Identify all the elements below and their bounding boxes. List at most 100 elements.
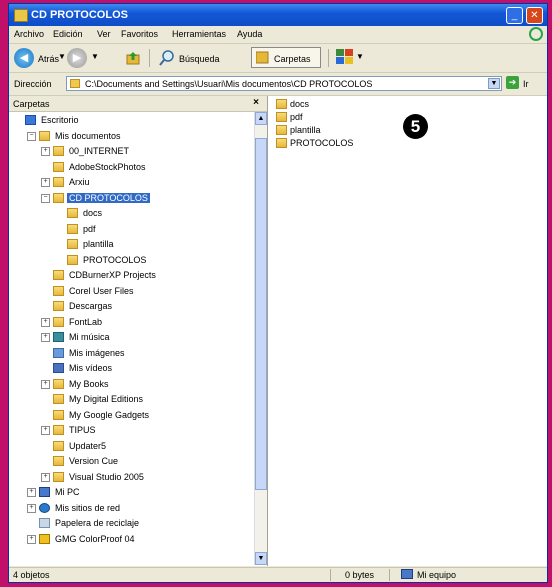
folder-icon (53, 301, 64, 311)
close-button[interactable]: ✕ (526, 7, 543, 24)
scroll-thumb[interactable] (255, 138, 267, 490)
folder-icon (67, 254, 78, 265)
folder-icon (53, 316, 64, 327)
gmg-folder-icon (39, 533, 50, 544)
up-folder-icon[interactable] (126, 51, 140, 65)
folder-icon (53, 394, 64, 404)
tree-item-label: Arxiu (69, 177, 90, 187)
status-bar: 4 objetos 0 bytes Mi equipo (9, 567, 547, 582)
back-arrow-icon[interactable]: ◀ (14, 48, 34, 68)
expand-icon[interactable]: + (41, 147, 50, 156)
address-input[interactable]: C:\Documents and Settings\Usuari\Mis doc… (66, 76, 502, 91)
tree-item-label: FontLab (69, 316, 103, 327)
views-icon[interactable] (336, 49, 354, 65)
folders-icon (255, 51, 269, 64)
toolbar-separator (149, 49, 150, 67)
folder-icon (67, 223, 78, 234)
folder-icon (276, 125, 287, 135)
folder-icon (276, 112, 287, 122)
folders-pane-header: Carpetas × (9, 96, 267, 112)
folders-button[interactable]: Carpetas (251, 47, 321, 68)
tree-item-label: My Google Gadgets (69, 409, 150, 420)
tree-item-label: PROTOCOLOS (83, 254, 147, 265)
status-divider (330, 569, 331, 581)
tree-item-label: Papelera de reciclaje (55, 518, 140, 528)
folder-icon (53, 161, 64, 172)
go-arrow-icon[interactable]: ➔ (506, 76, 519, 89)
search-icon[interactable] (159, 50, 175, 66)
tree-item-label: TIPUS (69, 425, 96, 435)
file-list-pane: docs pdf plantilla PROTOCOLOS (268, 96, 547, 566)
expand-icon[interactable]: + (27, 503, 36, 513)
folder-icon (67, 239, 78, 249)
search-button[interactable]: Búsqueda (179, 54, 220, 64)
folder-icon (53, 456, 64, 466)
tree-item-label: Descargas (69, 301, 113, 311)
expand-icon[interactable]: + (27, 534, 36, 544)
folder-icon (276, 99, 287, 109)
status-object-count: 4 objetos (13, 570, 50, 580)
expand-icon[interactable]: + (41, 426, 50, 435)
folder-icon (53, 146, 64, 156)
close-pane-icon[interactable]: × (253, 97, 259, 108)
expand-icon[interactable]: + (41, 472, 50, 482)
forward-dropdown-icon[interactable]: ▼ (91, 52, 99, 61)
my-computer-icon (401, 569, 413, 579)
folder-icon (67, 208, 78, 218)
tree-item-label: docs (83, 208, 103, 218)
scroll-down-icon[interactable]: ▼ (255, 552, 267, 565)
tree-item-label: plantilla (83, 239, 114, 249)
minimize-button[interactable]: _ (506, 7, 523, 24)
tree-item-label: Mi música (69, 332, 110, 342)
menu-favoritos[interactable]: Favoritos (121, 29, 158, 39)
toolbar-separator (328, 49, 329, 67)
collapse-icon[interactable]: − (41, 193, 50, 203)
step-number-badge: 5 (403, 114, 428, 139)
back-button[interactable]: Atrás (38, 54, 59, 64)
address-bar: Dirección C:\Documents and Settings\Usua… (9, 73, 547, 96)
expand-icon[interactable]: + (41, 379, 50, 389)
window-title: CD PROTOCOLOS (31, 9, 128, 21)
file-name: plantilla (290, 125, 321, 135)
expand-icon[interactable]: + (41, 317, 50, 327)
folder-icon (53, 192, 64, 203)
tree-item-label: Updater5 (69, 440, 107, 451)
expand-icon[interactable]: + (41, 178, 50, 187)
status-size: 0 bytes (345, 570, 375, 580)
collapse-icon[interactable]: − (27, 131, 36, 141)
status-divider (389, 569, 390, 581)
toolbar: ◀ Atrás ▼ ▶ ▼ Búsqueda Carpetas ▼ (9, 44, 547, 73)
folder-tree-scrollbar[interactable]: ▲ ▼ (254, 112, 267, 565)
desktop-icon (25, 115, 36, 125)
title-bar[interactable]: CD PROTOCOLOS _ ✕ (9, 4, 547, 26)
tree-item-label: Visual Studio 2005 (69, 471, 144, 482)
folders-label: Carpetas (274, 54, 311, 64)
expand-icon[interactable]: + (27, 488, 36, 497)
menu-ver[interactable]: Ver (97, 29, 111, 39)
videos-folder-icon (53, 363, 64, 373)
menu-ayuda[interactable]: Ayuda (237, 29, 262, 39)
address-path[interactable]: C:\Documents and Settings\Usuari\Mis doc… (85, 79, 372, 89)
file-name: PROTOCOLOS (290, 138, 354, 148)
scroll-up-icon[interactable]: ▲ (255, 112, 267, 125)
forward-arrow-icon[interactable]: ▶ (67, 48, 87, 68)
tree-item-label: AdobeStockPhotos (69, 161, 146, 172)
network-icon (39, 502, 50, 513)
menu-archivo[interactable]: Archivo (14, 29, 44, 39)
address-label: Dirección (14, 79, 52, 89)
views-dropdown-icon[interactable]: ▼ (356, 52, 364, 61)
tree-item-label: Version Cue (69, 456, 119, 466)
folder-icon (53, 471, 64, 482)
expand-icon[interactable]: + (41, 333, 50, 342)
folders-pane-title: Carpetas (13, 99, 50, 109)
tree-item-label: Mis vídeos (69, 363, 113, 373)
back-dropdown-icon[interactable]: ▼ (58, 52, 66, 61)
tree-item-label: GMG ColorProof 04 (55, 533, 135, 544)
my-computer-icon (39, 487, 50, 497)
menu-herramientas[interactable]: Herramientas (172, 29, 226, 39)
menu-edicion[interactable]: Edición (53, 29, 83, 39)
address-dropdown-icon[interactable]: ▼ (488, 78, 500, 89)
go-button[interactable]: Ir (523, 79, 529, 89)
folder-icon (70, 79, 80, 88)
pictures-folder-icon (53, 347, 64, 358)
